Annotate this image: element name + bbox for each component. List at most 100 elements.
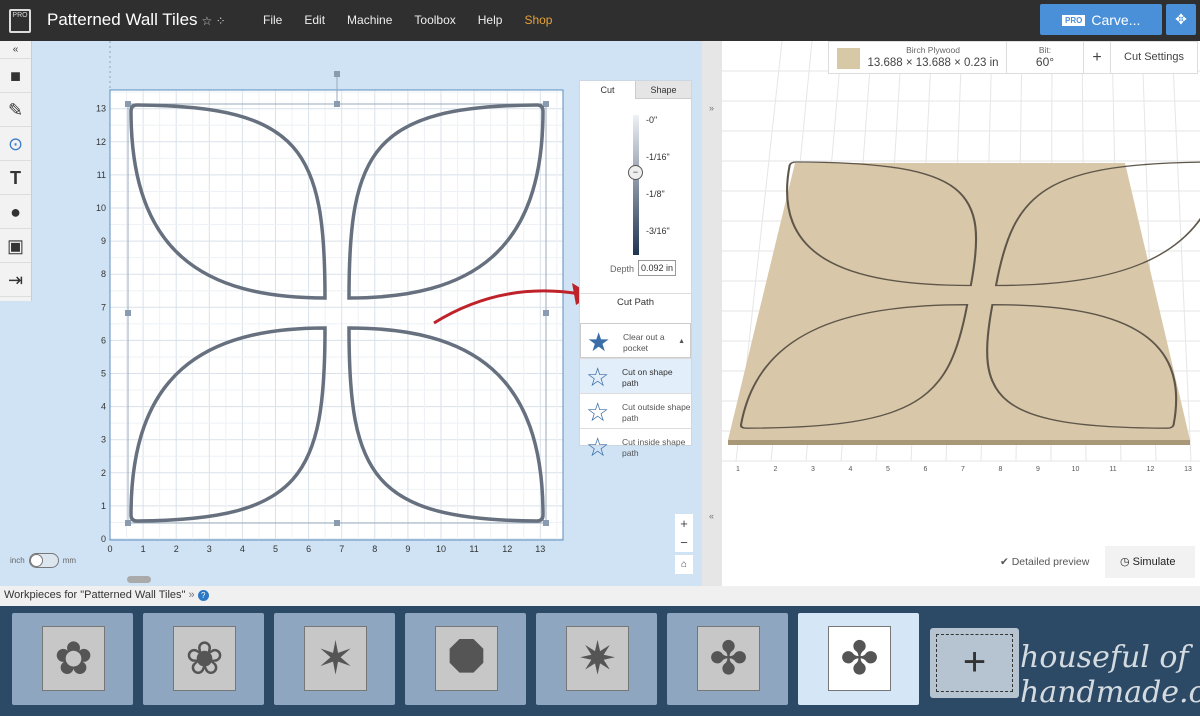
unit-toggle[interactable]: inch mm	[10, 553, 76, 568]
carve-button[interactable]: PRO Carve...	[1040, 4, 1162, 35]
ruler-label: 4	[849, 466, 853, 473]
bit-selector[interactable]: Bit: 60°	[1007, 42, 1084, 73]
workpiece-thumbnail[interactable]: ❀	[143, 613, 264, 705]
pan-navigation-button[interactable]: ✥	[1166, 4, 1196, 35]
ruler-label: 12	[1147, 466, 1155, 473]
ruler-label: 1	[736, 466, 740, 473]
zoom-controls: + − ⌂	[675, 514, 693, 574]
add-workpiece-button[interactable]: +	[930, 628, 1019, 698]
material-selector[interactable]: Birch Plywood 13.688 × 13.688 × 0.23 in	[829, 42, 1007, 73]
star-icon[interactable]: ☆ ⁘	[202, 14, 226, 28]
box-icon[interactable]: ▣	[0, 229, 31, 263]
pen-icon[interactable]: ✎	[0, 93, 31, 127]
text-icon[interactable]: T	[0, 161, 31, 195]
detailed-preview-label: Detailed preview	[1011, 556, 1090, 568]
ruler-label: 3	[811, 466, 815, 473]
import-icon[interactable]: ⇥	[0, 263, 31, 297]
x-tick-label: 13	[535, 544, 545, 554]
resize-handle[interactable]	[543, 520, 549, 526]
pro-badge: PRO	[1062, 15, 1086, 26]
chevron-down-icon[interactable]: »	[189, 589, 195, 601]
app-logo-icon[interactable]: PRO	[9, 9, 31, 33]
workpiece-thumbnail[interactable]: ✿	[12, 613, 133, 705]
zoom-in-button[interactable]: +	[675, 514, 693, 533]
menu-machine[interactable]: Machine	[347, 13, 392, 27]
resize-handle[interactable]	[334, 520, 340, 526]
workpiece-thumbnail[interactable]: ✤	[798, 613, 919, 705]
home-icon[interactable]: ⌂	[675, 555, 693, 574]
preview-3d[interactable]: 1 2 3 4 5 6 7 8 9 10 11 12 13	[722, 40, 1200, 586]
detailed-preview-toggle[interactable]: ✔ Detailed preview	[1000, 556, 1089, 568]
target-icon[interactable]: ⊙	[0, 127, 31, 161]
workpiece-thumbnail[interactable]: ✷	[536, 613, 657, 705]
cut-settings-button[interactable]: Cut Settings	[1111, 42, 1197, 73]
cut-path-dropdown[interactable]: ★ Clear out a pocket ▲	[580, 323, 691, 358]
resize-handle[interactable]	[543, 101, 549, 107]
cut-tabs: Cut Shape	[580, 81, 691, 99]
project-title[interactable]: Patterned Wall Tiles ☆ ⁘	[47, 10, 226, 30]
x-tick-label: 3	[207, 544, 212, 554]
expand-left-icon[interactable]: «	[709, 511, 714, 521]
simulate-button[interactable]: ◷ Simulate	[1105, 546, 1195, 578]
apple-icon[interactable]: ●	[0, 195, 31, 229]
menu-edit[interactable]: Edit	[304, 13, 325, 27]
ruler-label: 11	[1109, 466, 1116, 473]
workpieces-title: Workpieces for "Patterned Wall Tiles"	[4, 589, 186, 601]
ruler-label: 5	[886, 466, 890, 473]
resize-handle[interactable]	[125, 520, 131, 526]
workpiece-thumbnail[interactable]: ⯃	[405, 613, 526, 705]
shapes-icon[interactable]: ■	[0, 59, 31, 93]
resize-handle[interactable]	[125, 310, 131, 316]
help-icon[interactable]: ?	[197, 590, 209, 601]
x-tick-label: 12	[502, 544, 512, 554]
y-tick-label: 11	[97, 170, 106, 180]
x-tick-label: 2	[174, 544, 179, 554]
option-cut-inside[interactable]: ☆ Cut inside shape path	[580, 428, 691, 463]
menu-toolbox[interactable]: Toolbox	[414, 13, 455, 27]
resize-handle[interactable]	[334, 101, 340, 107]
option-cut-outside[interactable]: ☆ Cut outside shape path	[580, 393, 691, 428]
y-tick-label: 12	[96, 137, 106, 147]
depth-label: Depth	[610, 264, 635, 274]
x-tick-label: 4	[240, 544, 245, 554]
horizontal-scrollbar[interactable]	[127, 576, 151, 583]
unit-switch[interactable]	[28, 553, 59, 568]
tile-preview-icon: ✤	[697, 626, 760, 691]
slider-handle[interactable]: −	[628, 165, 643, 180]
top-bar: PRO Patterned Wall Tiles ☆ ⁘ File Edit Ma…	[0, 0, 1200, 41]
x-tick-label: 9	[405, 544, 410, 554]
tab-shape[interactable]: Shape	[635, 81, 691, 99]
workpiece-thumbnail[interactable]: ✤	[667, 613, 788, 705]
collapse-icon[interactable]: «	[0, 41, 31, 59]
main-menu: File Edit Machine Toolbox Help Shop	[263, 13, 574, 27]
ruler-label: 2	[774, 466, 778, 473]
tab-cut[interactable]: Cut	[580, 81, 635, 99]
panel-divider[interactable]: » «	[702, 41, 722, 586]
workpiece-thumbnail[interactable]: ✶	[274, 613, 395, 705]
plywood-edge	[728, 440, 1190, 445]
tool-sidebar: « ■ ✎ ⊙ T ● ▣ ⇥	[0, 41, 32, 301]
expand-right-icon[interactable]: »	[709, 103, 714, 113]
depth-slider[interactable]	[633, 115, 639, 255]
depth-input[interactable]: 0.092 in	[638, 260, 677, 276]
zoom-out-button[interactable]: −	[675, 533, 693, 552]
menu-shop[interactable]: Shop	[524, 13, 552, 27]
x-tick-label: 0	[107, 544, 112, 554]
y-tick-label: 10	[96, 203, 106, 213]
check-icon: ✔	[1000, 556, 1012, 568]
title-text: Patterned Wall Tiles	[47, 10, 198, 29]
tile-preview-icon: ⯃	[435, 626, 498, 691]
depth-tick: -1/16"	[646, 152, 670, 162]
y-tick-label: 0	[101, 534, 106, 544]
add-bit-button[interactable]: +	[1084, 42, 1111, 73]
menu-help[interactable]: Help	[478, 13, 503, 27]
unit-mm: mm	[62, 556, 77, 565]
resize-handle[interactable]	[543, 310, 549, 316]
resize-handle[interactable]	[125, 101, 131, 107]
resize-handle[interactable]	[334, 71, 340, 77]
option-cut-on-path[interactable]: ☆ Cut on shape path	[580, 358, 691, 393]
menu-file[interactable]: File	[263, 13, 282, 27]
y-tick-label: 4	[101, 402, 106, 412]
depth-tick: -0"	[646, 115, 658, 125]
star-outside-icon: ☆	[586, 397, 610, 427]
